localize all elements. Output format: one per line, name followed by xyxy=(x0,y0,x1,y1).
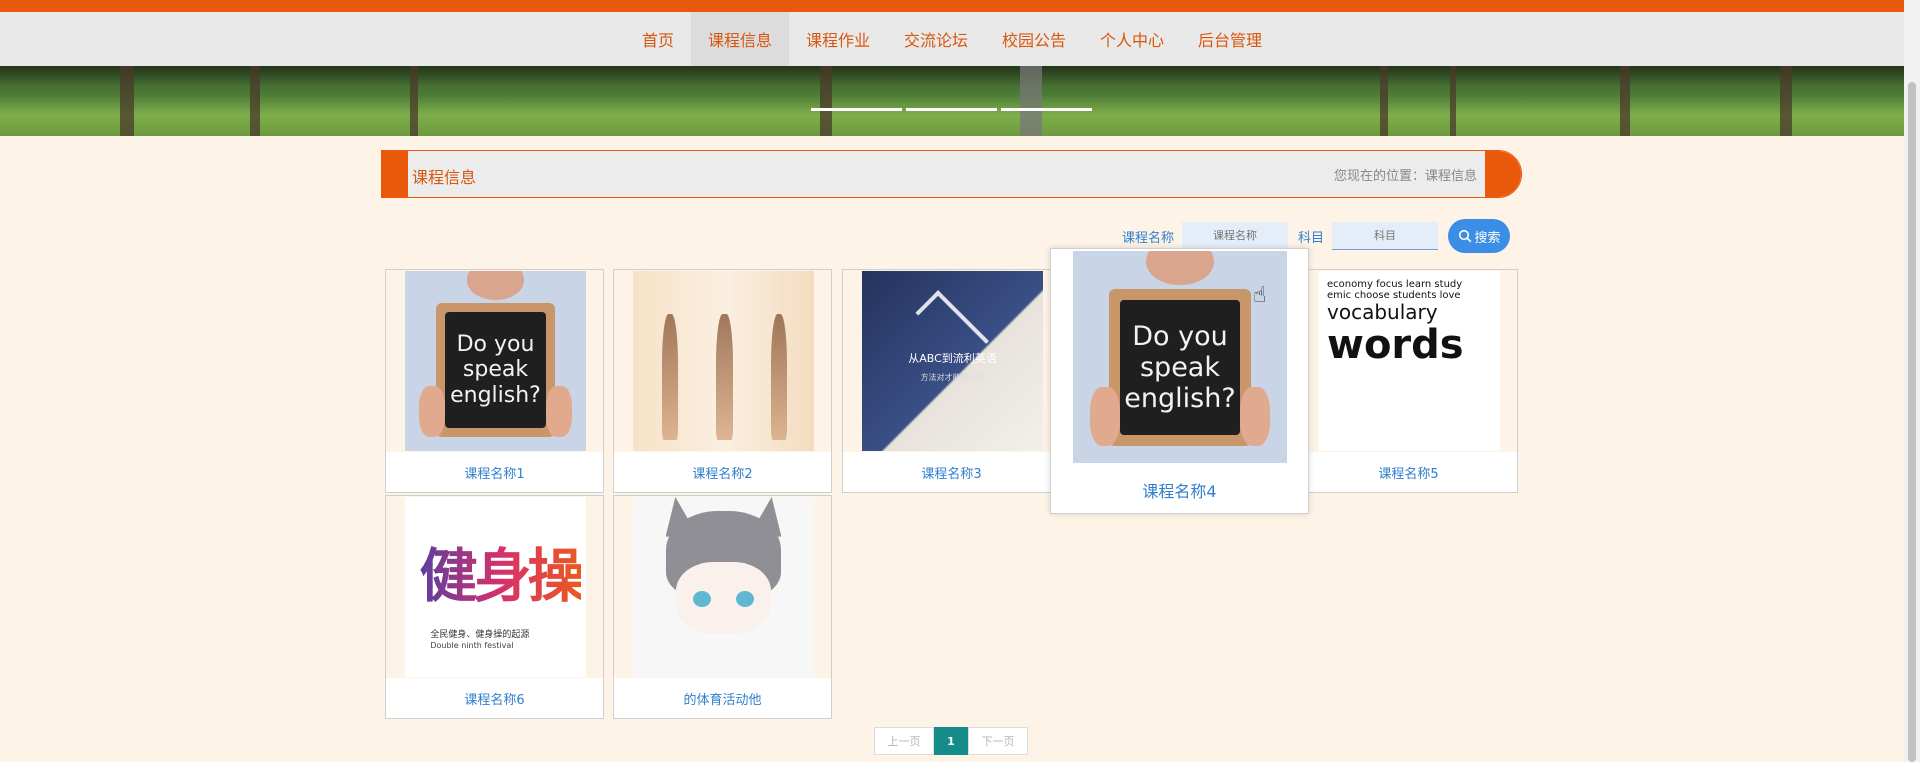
banner-tree xyxy=(410,66,418,136)
hand-cursor-icon: ☝ xyxy=(1253,283,1267,308)
course-thumbnail xyxy=(633,271,814,451)
word-cloud-mid: vocabulary xyxy=(1327,300,1438,324)
breadcrumb-right-cap xyxy=(1485,151,1521,197)
course-name-link[interactable]: 课程名称6 xyxy=(386,678,603,718)
banner-tree xyxy=(1380,66,1388,136)
course-thumbnail xyxy=(633,497,814,677)
page-scrollbar[interactable] xyxy=(1904,0,1920,762)
thumbnail-text: 全民健身、健身操的起源 xyxy=(430,629,530,640)
banner-tree xyxy=(820,66,832,136)
course-name-link[interactable]: 课程名称4 xyxy=(1051,467,1308,513)
course-card[interactable]: 的体育活动他 xyxy=(613,495,832,719)
course-card[interactable]: economy focus learn study emic choose st… xyxy=(1299,269,1518,493)
course-card[interactable]: 从ABC到流利英语 方法对才能提升快 课程名称3 xyxy=(842,269,1061,493)
course-card-hovered[interactable]: Do you speak english? 课程名称4 xyxy=(1050,248,1309,514)
carousel-indicators xyxy=(811,108,1092,111)
course-thumbnail: Do you speak english? xyxy=(405,271,586,451)
nav-announcements[interactable]: 校园公告 xyxy=(985,12,1083,66)
course-name-link[interactable]: 课程名称5 xyxy=(1300,452,1517,492)
nav-course-homework[interactable]: 课程作业 xyxy=(789,12,887,66)
course-name-link[interactable]: 课程名称3 xyxy=(843,452,1060,492)
banner-tree xyxy=(1620,66,1630,136)
search-button-label: 搜索 xyxy=(1474,230,1501,246)
course-card[interactable]: Do you speak english? 课程名称1 xyxy=(385,269,604,493)
next-page-button[interactable]: 下一页 xyxy=(968,727,1028,755)
search-button[interactable]: 搜索 xyxy=(1448,219,1511,253)
nav-course-info[interactable]: 课程信息 xyxy=(690,12,789,66)
course-name-link[interactable]: 的体育活动他 xyxy=(614,678,831,718)
prev-page-button[interactable]: 上一页 xyxy=(874,727,934,755)
board-text: Do you speak english? xyxy=(1120,299,1240,436)
banner-tree xyxy=(1450,66,1456,136)
breadcrumb-left-marker xyxy=(382,151,408,197)
carousel-dot-2[interactable] xyxy=(906,108,997,111)
word-cloud-big: words xyxy=(1327,322,1464,368)
thumbnail-subtext: 方法对才能提升快 xyxy=(920,372,985,382)
course-name-link[interactable]: 课程名称1 xyxy=(386,452,603,492)
course-thumbnail: 从ABC到流利英语 方法对才能提升快 xyxy=(862,271,1043,451)
subject-input[interactable] xyxy=(1332,222,1439,250)
course-thumbnail: economy focus learn study emic choose st… xyxy=(1319,271,1500,451)
breadcrumb-bar: 课程信息 您现在的位置：课程信息 xyxy=(381,150,1522,198)
page-number-current[interactable]: 1 xyxy=(934,727,968,755)
hero-banner xyxy=(0,66,1904,136)
subject-label: 科目 xyxy=(1298,230,1325,246)
pagination: 上一页 1 下一页 xyxy=(874,727,1028,755)
course-name-label: 课程名称 xyxy=(1122,230,1175,246)
banner-tree xyxy=(120,66,134,136)
banner-shade xyxy=(0,66,1904,86)
banner-pillar xyxy=(1020,66,1042,136)
banner-tree xyxy=(250,66,260,136)
thumbnail-text: 从ABC到流利英语 xyxy=(908,352,997,366)
page-title: 课程信息 xyxy=(412,168,477,187)
banner-tree xyxy=(1780,66,1792,136)
nav-personal-center[interactable]: 个人中心 xyxy=(1083,12,1181,66)
course-card[interactable]: 健身操 全民健身、健身操的起源 Double ninth festival 课程… xyxy=(385,495,604,719)
board-text: Do you speak english? xyxy=(444,312,547,428)
scrollbar-thumb[interactable] xyxy=(1908,82,1916,762)
nav-forum[interactable]: 交流论坛 xyxy=(887,12,985,66)
course-card[interactable]: 课程名称2 xyxy=(613,269,832,493)
nav-home[interactable]: 首页 xyxy=(625,12,691,66)
main-navbar: 首页 课程信息 课程作业 交流论坛 校园公告 个人中心 后台管理 xyxy=(0,12,1904,66)
nav-admin[interactable]: 后台管理 xyxy=(1181,12,1279,66)
search-icon xyxy=(1458,229,1471,243)
carousel-dot-1[interactable] xyxy=(811,108,902,111)
course-name-link[interactable]: 课程名称2 xyxy=(614,452,831,492)
course-thumbnail: 健身操 全民健身、健身操的起源 Double ninth festival xyxy=(405,497,586,677)
course-name-input[interactable] xyxy=(1182,222,1289,250)
top-accent-strip xyxy=(0,0,1904,12)
carousel-dot-3[interactable] xyxy=(1001,108,1092,111)
breadcrumb-location: 您现在的位置：课程信息 xyxy=(1333,169,1477,184)
thumbnail-subtext: Double ninth festival xyxy=(430,641,514,650)
